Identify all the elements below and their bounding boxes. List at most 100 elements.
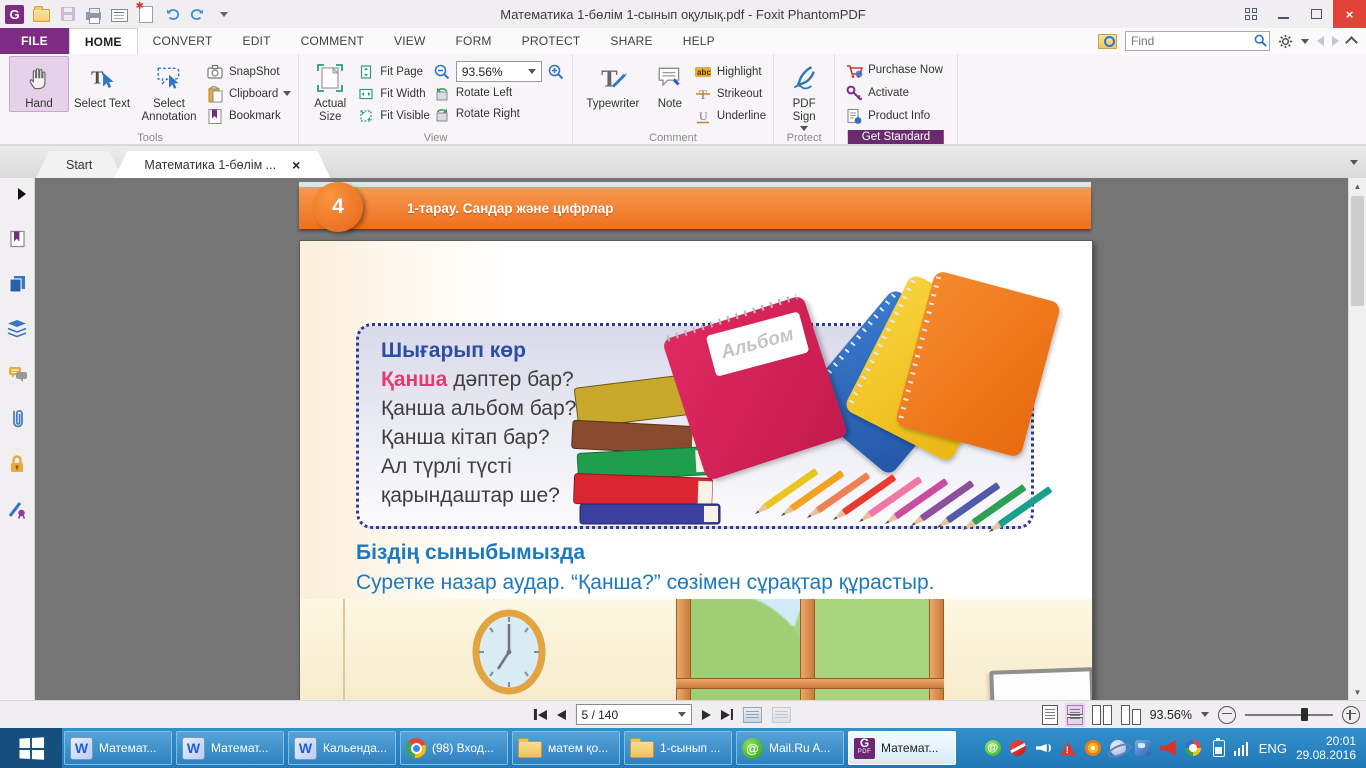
select-annotation-button[interactable]: Select Annotation (135, 56, 203, 125)
battery-icon[interactable] (1213, 740, 1225, 757)
continuous-facing-view-icon[interactable] (1121, 705, 1141, 725)
tab-view[interactable]: VIEW (379, 28, 440, 54)
volume-icon[interactable] (1035, 740, 1051, 756)
print-icon[interactable] (85, 6, 102, 23)
restore-button[interactable] (1300, 0, 1333, 28)
qat-customize-icon[interactable] (215, 6, 232, 23)
snapshot-button[interactable]: SnapShot (206, 63, 291, 80)
taskbar-item-word-2[interactable]: W Математ... (176, 731, 284, 765)
get-standard-banner[interactable]: Get Standard (848, 130, 944, 144)
save-icon[interactable] (59, 6, 76, 23)
undo-icon[interactable] (163, 6, 180, 23)
comments-panel-icon[interactable] (6, 363, 28, 385)
page-thumbnails-icon[interactable] (6, 273, 28, 295)
open-file-icon[interactable] (33, 6, 50, 23)
security-icon[interactable] (6, 453, 28, 475)
language-indicator[interactable]: ENG (1259, 741, 1287, 756)
zoom-combobox[interactable]: 93.56% (456, 61, 542, 82)
sidebar-expand-icon[interactable] (6, 183, 28, 205)
tab-share[interactable]: SHARE (595, 28, 667, 54)
purchase-now-button[interactable]: Purchase Now (845, 61, 943, 78)
zoom-level-caret-icon[interactable] (1201, 712, 1209, 717)
create-pdf-icon[interactable] (137, 6, 154, 23)
document-viewport[interactable]: 1-тарау. Сандар және цифрлар 4 Шығарып к… (35, 178, 1348, 700)
taskbar-item-word-3[interactable]: W Кальенда... (288, 731, 396, 765)
tab-protect[interactable]: PROTECT (507, 28, 596, 54)
fit-width-button[interactable]: Fit Width (357, 85, 430, 102)
vertical-scrollbar[interactable]: ▲ ▼ (1348, 178, 1366, 700)
typewriter-button[interactable]: T Typewriter (580, 56, 646, 112)
select-text-button[interactable]: T Select Text (72, 56, 132, 112)
fit-page-button[interactable]: Fit Page (357, 63, 430, 80)
flower-tray-icon[interactable] (1085, 740, 1101, 756)
attachments-icon[interactable] (6, 408, 28, 430)
taskbar-item-word-1[interactable]: W Математ... (64, 731, 172, 765)
mailru-agent-tray-icon[interactable]: @ (985, 740, 1001, 756)
doc-tab-document[interactable]: Математика 1-бөлім ... (114, 151, 330, 178)
tab-file[interactable]: FILE (0, 28, 69, 54)
hand-tool-button[interactable]: Hand (9, 56, 69, 112)
red-badge-tray-icon[interactable] (1010, 740, 1026, 756)
find-next-icon[interactable] (1332, 36, 1339, 46)
underline-button[interactable]: U Underline (694, 107, 766, 124)
next-page-button[interactable] (701, 710, 710, 720)
taskbar-item-foxit[interactable]: GPDF Математ... (848, 731, 956, 765)
collapse-ribbon-icon[interactable] (1345, 36, 1358, 49)
bookmark-button[interactable]: Bookmark (206, 107, 291, 124)
rotate-left-button[interactable]: Rotate Left (433, 84, 565, 101)
rotate-right-button[interactable]: Rotate Right (433, 105, 565, 122)
zoom-in-button[interactable] (1342, 706, 1360, 724)
tab-home[interactable]: HOME (69, 28, 138, 54)
highlight-button[interactable]: abc Highlight (694, 63, 766, 80)
fit-visible-button[interactable]: Fit Visible (357, 107, 430, 124)
taskbar-item-mailru[interactable]: @ Mail.Ru A... (736, 731, 844, 765)
close-tab-icon[interactable] (292, 160, 300, 170)
taskbar-item-folder-1[interactable]: матем қо... (512, 731, 620, 765)
tab-form[interactable]: FORM (441, 28, 507, 54)
close-button[interactable]: × (1333, 0, 1366, 28)
tab-convert[interactable]: CONVERT (138, 28, 228, 54)
layers-icon[interactable] (6, 318, 28, 340)
scroll-up-icon[interactable]: ▲ (1349, 178, 1366, 194)
facing-view-icon[interactable] (1092, 705, 1112, 725)
clock[interactable]: 20:01 29.08.2016 (1296, 734, 1356, 762)
start-button[interactable] (0, 728, 62, 768)
planet-tray-icon[interactable] (1110, 740, 1126, 756)
search-folder-icon[interactable] (1098, 34, 1117, 49)
pdf-page[interactable]: Шығарып көр Қанша дәптер бар? Қанша альб… (299, 240, 1093, 700)
clipboard-button[interactable]: Clipboard (206, 85, 291, 102)
tab-help[interactable]: HELP (668, 28, 730, 54)
zoom-in-icon[interactable] (547, 63, 565, 81)
strikeout-button[interactable]: T Strikeout (694, 85, 766, 102)
scroll-down-icon[interactable]: ▼ (1349, 684, 1366, 700)
network-signal-icon[interactable] (1234, 740, 1250, 756)
blue-app-tray-icon[interactable] (1135, 740, 1151, 756)
tab-list-caret-icon[interactable] (1350, 160, 1358, 165)
foxit-logo-icon[interactable]: G (5, 5, 24, 24)
first-page-button[interactable] (534, 709, 547, 720)
email-icon[interactable] (111, 6, 128, 23)
actual-size-button[interactable]: Actual Size (306, 56, 354, 125)
product-info-button[interactable]: Product Info (845, 107, 943, 124)
previous-view-icon[interactable] (743, 707, 762, 723)
signature-panel-icon[interactable] (6, 498, 28, 520)
alert-icon[interactable] (1060, 742, 1076, 756)
megaphone-tray-icon[interactable] (1160, 740, 1176, 756)
layout-grid-icon[interactable] (1234, 0, 1267, 28)
minimize-button[interactable] (1267, 0, 1300, 28)
gear-caret-icon[interactable] (1301, 39, 1309, 44)
last-page-button[interactable] (720, 709, 733, 720)
doc-tab-start[interactable]: Start (36, 151, 122, 178)
search-icon[interactable] (1254, 34, 1267, 47)
single-page-view-icon[interactable] (1042, 705, 1058, 725)
zoom-out-button[interactable] (1218, 706, 1236, 724)
tab-edit[interactable]: EDIT (227, 28, 285, 54)
zoom-out-icon[interactable] (433, 63, 451, 81)
tab-comment[interactable]: COMMENT (286, 28, 379, 54)
find-previous-icon[interactable] (1317, 36, 1324, 46)
taskbar-item-folder-2[interactable]: 1-сынып ... (624, 731, 732, 765)
redo-icon[interactable] (189, 6, 206, 23)
previous-page-button[interactable] (556, 710, 565, 720)
zoom-slider[interactable] (1245, 706, 1333, 724)
pdf-sign-button[interactable]: PDF Sign (781, 56, 827, 132)
